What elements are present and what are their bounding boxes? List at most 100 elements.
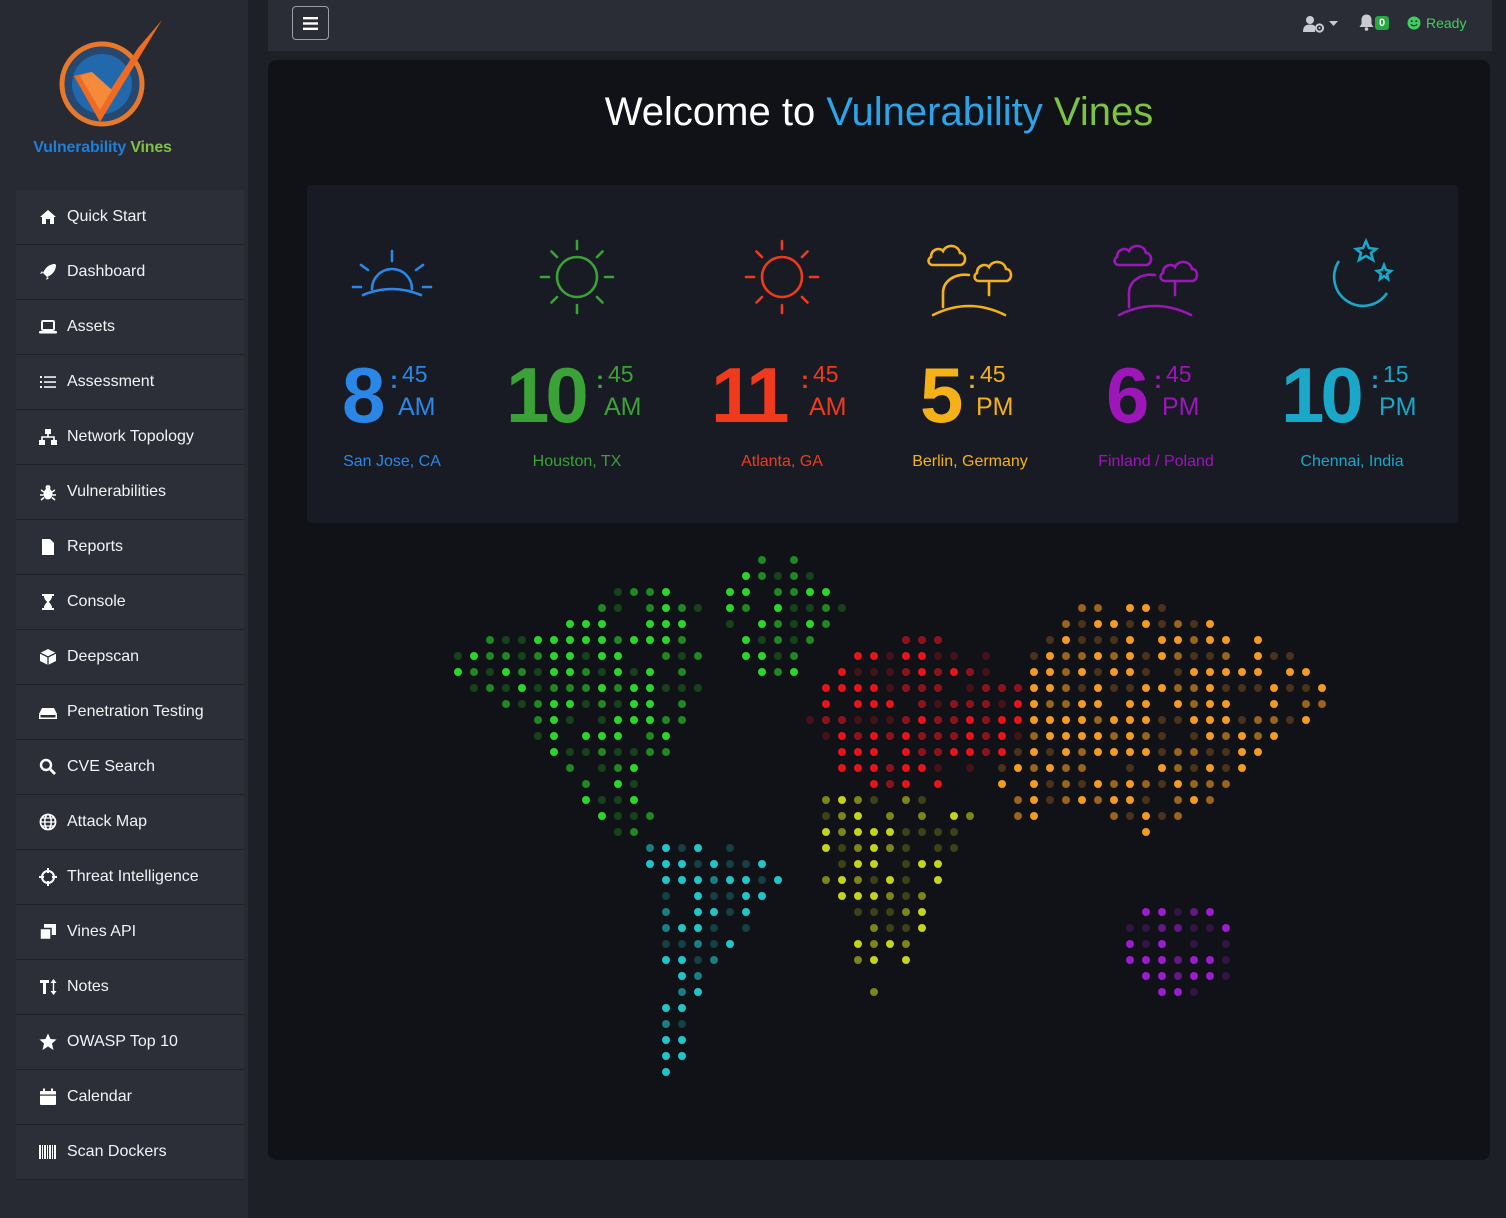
map-dot-south-america [678, 1036, 686, 1044]
map-dot-europe [822, 732, 830, 740]
brand-logo[interactable]: Vulnerability Vines [0, 0, 248, 190]
map-dot-north-america [566, 684, 574, 692]
map-dot-asia [1222, 748, 1230, 756]
map-dot-europe [934, 652, 942, 660]
map-dot-north-america [566, 652, 574, 660]
sidebar-item-calendar[interactable]: Calendar [16, 1070, 244, 1125]
sidebar-item-notes[interactable]: Notes [16, 960, 244, 1015]
map-dot-europe [902, 684, 910, 692]
sidebar-item-assets[interactable]: Assets [16, 300, 244, 355]
sidebar-item-deepscan[interactable]: Deepscan [16, 630, 244, 685]
map-dot-africa [854, 876, 862, 884]
map-dot-north-america [630, 684, 638, 692]
map-dot-greenland [790, 620, 798, 628]
map-dot-north-america [502, 636, 510, 644]
map-dot-south-america [678, 940, 686, 948]
map-dot-asia [1062, 684, 1070, 692]
map-dot-greenland [758, 620, 766, 628]
map-dot-europe [870, 764, 878, 772]
map-dot-north-america [614, 684, 622, 692]
map-dot-asia [1014, 764, 1022, 772]
map-dot-europe [966, 668, 974, 676]
sidebar-item-cve-search[interactable]: CVE Search [16, 740, 244, 795]
clock-houston-tx: 10:45 AM Houston, TX [482, 185, 672, 523]
map-dot-europe [870, 668, 878, 676]
map-dot-north-america [518, 668, 526, 676]
map-dot-greenland [758, 556, 766, 564]
map-dot-north-america [694, 604, 702, 612]
map-dot-asia [1014, 812, 1022, 820]
notifications-button[interactable]: 0 [1359, 14, 1390, 31]
sidebar-item-threat-intelligence[interactable]: Threat Intelligence [16, 850, 244, 905]
user-menu-dropdown[interactable] [1303, 15, 1338, 33]
map-dot-north-america [518, 700, 526, 708]
map-dot-asia [1222, 780, 1230, 788]
map-dot-north-america [678, 716, 686, 724]
map-dot-europe [902, 652, 910, 660]
brand-name-part1: Vulnerability [33, 139, 127, 156]
sidebar-item-assessment[interactable]: Assessment [16, 355, 244, 410]
map-dot-asia [1190, 636, 1198, 644]
map-dot-asia [1142, 652, 1150, 660]
map-dot-greenland [806, 604, 814, 612]
map-dot-asia [1238, 732, 1246, 740]
map-dot-africa [838, 892, 846, 900]
map-dot-south-america [678, 1052, 686, 1060]
sidebar-item-console[interactable]: Console [16, 575, 244, 630]
sidebar-item-quick-start[interactable]: Quick Start [16, 190, 244, 245]
map-dot-north-america [550, 668, 558, 676]
map-dot-asia [998, 764, 1006, 772]
map-dot-south-america [726, 908, 734, 916]
map-dot-asia [1190, 796, 1198, 804]
map-dot-north-america [598, 700, 606, 708]
map-dot-asia [1286, 684, 1294, 692]
map-dot-africa [854, 796, 862, 804]
sidebar-item-label: CVE Search [67, 758, 156, 775]
map-dot-europe [982, 748, 990, 756]
sidebar-item-dashboard[interactable]: Dashboard [16, 245, 244, 300]
map-dot-north-america [646, 700, 654, 708]
sidebar-item-scan-dockers[interactable]: Scan Dockers [16, 1125, 244, 1180]
map-dot-asia [1158, 652, 1166, 660]
map-dot-oceania [1222, 972, 1230, 980]
map-dot-europe [966, 732, 974, 740]
map-dot-africa [950, 844, 958, 852]
map-dot-greenland [806, 636, 814, 644]
sidebar-item-owasp-top-10[interactable]: OWASP Top 10 [16, 1015, 244, 1070]
sidebar-item-label: Deepscan [67, 648, 140, 665]
cube-icon [38, 648, 58, 666]
map-dot-asia [1126, 684, 1134, 692]
map-dot-europe [822, 684, 830, 692]
map-dot-asia [1094, 796, 1102, 804]
sidebar-item-reports[interactable]: Reports [16, 520, 244, 575]
rocket-icon [38, 263, 58, 281]
map-dot-south-america [694, 908, 702, 916]
sidebar-item-attack-map[interactable]: Attack Map [16, 795, 244, 850]
map-dot-asia [1142, 732, 1150, 740]
sidebar-item-vines-api[interactable]: Vines API [16, 905, 244, 960]
map-dot-north-america [534, 716, 542, 724]
sun-icon [539, 239, 615, 315]
menu-toggle-button[interactable] [292, 6, 329, 40]
map-dot-greenland [806, 620, 814, 628]
map-dot-asia [1302, 716, 1310, 724]
map-dot-europe [950, 668, 958, 676]
map-dot-asia [1174, 620, 1182, 628]
sidebar-item-penetration-testing[interactable]: Penetration Testing [16, 685, 244, 740]
sidebar-item-label: Scan Dockers [67, 1143, 167, 1160]
map-dot-asia [1110, 620, 1118, 628]
clock-ampm: AM [809, 393, 847, 421]
map-dot-south-america [678, 956, 686, 964]
map-dot-africa [838, 796, 846, 804]
map-dot-asia [1238, 716, 1246, 724]
sidebar-item-label: Attack Map [67, 813, 148, 830]
map-dot-asia [1318, 684, 1326, 692]
map-dot-europe [966, 684, 974, 692]
map-dot-asia [1046, 700, 1054, 708]
map-dot-asia [1190, 620, 1198, 628]
sidebar-item-network-topology[interactable]: Network Topology [16, 410, 244, 465]
map-dot-asia [1030, 780, 1038, 788]
map-dot-africa [934, 828, 942, 836]
map-dot-north-america [662, 748, 670, 756]
sidebar-item-vulnerabilities[interactable]: Vulnerabilities [16, 465, 244, 520]
